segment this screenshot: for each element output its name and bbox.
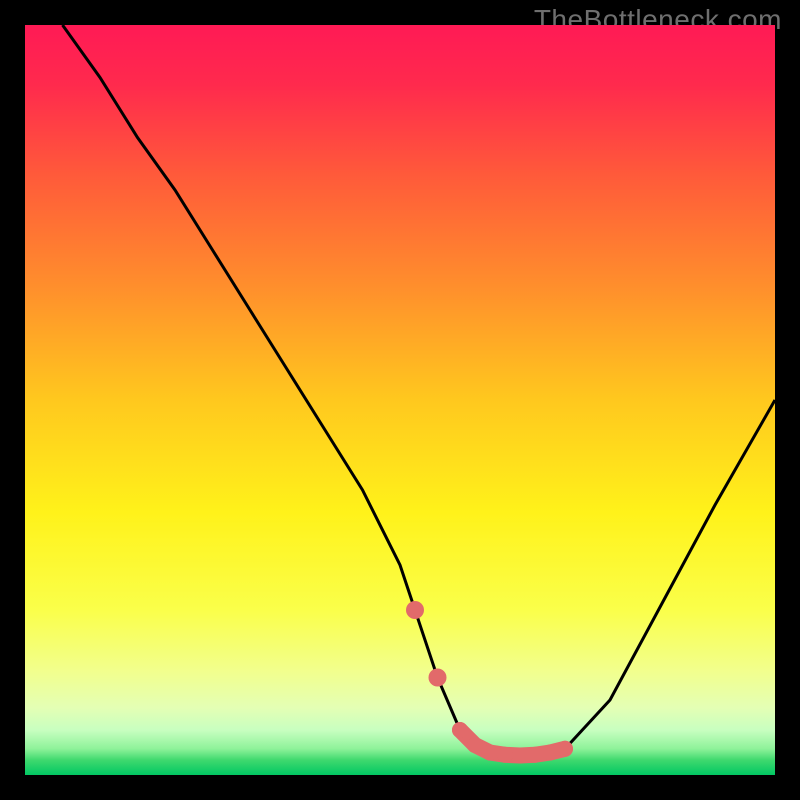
optimal-point [482,745,498,761]
optimal-point [527,747,543,763]
optimal-point [429,669,447,687]
optimal-point [512,748,528,764]
optimal-point [406,601,424,619]
optimal-point [497,747,513,763]
optimal-point [467,737,483,753]
optimal-point [452,722,468,738]
chart-svg [25,25,775,775]
chart-frame: TheBottleneck.com [0,0,800,800]
chart-plot-area [25,25,775,775]
optimal-point [557,741,573,757]
optimal-point [542,745,558,761]
